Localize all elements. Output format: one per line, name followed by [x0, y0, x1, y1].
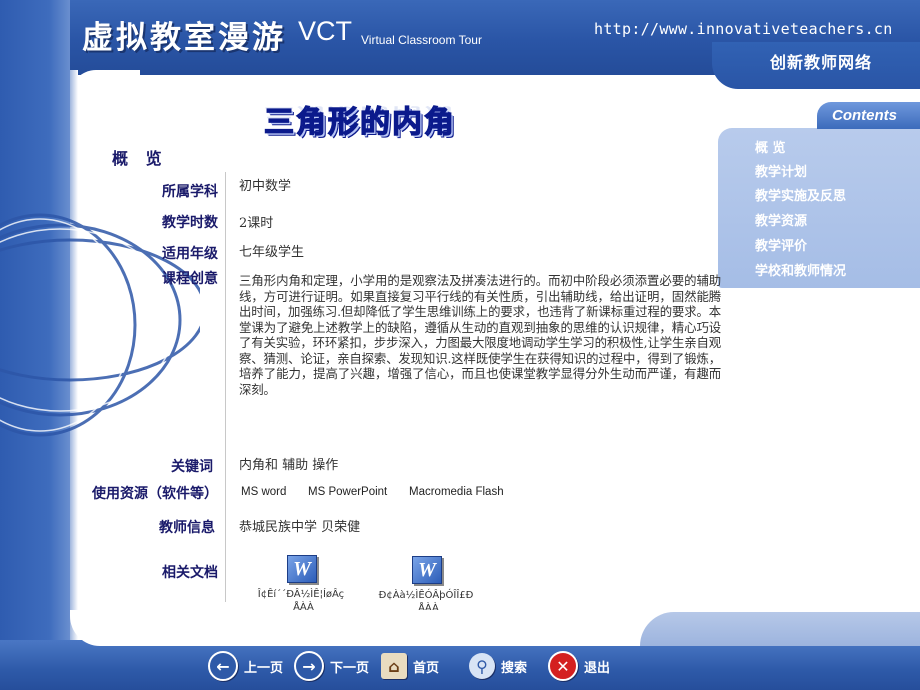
hours-value: 2课时 — [239, 216, 274, 231]
section-heading: 概 览 — [112, 149, 168, 168]
nav-item-resources[interactable]: 教学资源 — [755, 210, 807, 229]
search-button[interactable]: ⚲ 搜索 — [469, 651, 527, 681]
search-label: 搜索 — [501, 660, 528, 676]
home-label: 首页 — [413, 660, 440, 676]
exit-label: 退出 — [584, 660, 611, 676]
exit-button[interactable]: ✕ 退出 — [548, 651, 610, 681]
nav-item-teaching-plan[interactable]: 教学计划 — [755, 161, 807, 180]
header-network-name: 创新教师网络 — [770, 53, 873, 72]
header-title-cn: 虚拟教室漫游 — [82, 20, 286, 56]
prev-page-label: 上一页 — [244, 660, 284, 676]
grade-value: 七年级学生 — [239, 245, 305, 260]
page-title: 三角形的内角 — [263, 104, 456, 140]
nav-item-evaluation[interactable]: 教学评价 — [755, 235, 807, 254]
teacher-label: 教师信息 — [159, 520, 215, 536]
keywords-label: 关键词 — [171, 459, 213, 475]
house-icon: ⌂ — [381, 653, 407, 679]
arrow-right-icon: → — [294, 651, 324, 681]
next-page-button[interactable]: → 下一页 — [294, 651, 369, 681]
doc-caption-line: Ð¢Àà½ÌÊÓÂþÓÎÎ£Ð — [378, 590, 474, 601]
bottom-bar — [0, 640, 920, 690]
close-icon: ✕ — [548, 651, 578, 681]
idea-text: 三角形内角和定理，小学用的是观察法及拼凑法进行的。而初中阶段必须添置必要的辅助线… — [239, 273, 721, 397]
magnifier-icon: ⚲ — [469, 653, 495, 679]
resource-item: MS word — [241, 486, 287, 498]
grade-label: 适用年级 — [162, 246, 218, 262]
header-title-vct: VCT — [298, 16, 352, 46]
header-subtitle: Virtual Classroom Tour — [361, 33, 482, 47]
home-button[interactable]: ⌂ 首页 — [381, 651, 439, 681]
doc-caption-line: Î¢Êí´´ÐÂ½ÌÊ¦ÍøÂç — [257, 589, 345, 600]
nav-item-implementation[interactable]: 教学实施及反思 — [755, 185, 846, 204]
bottom-right-arc — [640, 612, 920, 646]
resource-item: MS PowerPoint — [308, 486, 388, 498]
resource-item: Macromedia Flash — [409, 486, 504, 498]
nav-item-overview[interactable]: 概 览 — [755, 137, 786, 156]
idea-label: 课程创意 — [162, 271, 218, 287]
keywords-value: 内角和 辅助 操作 — [239, 458, 339, 473]
contents-label: Contents — [832, 107, 897, 124]
word-doc-icon[interactable]: W — [412, 556, 442, 584]
nav-item-school-teacher[interactable]: 学校和教师情况 — [755, 260, 846, 279]
header-curve — [70, 70, 140, 100]
docs-label: 相关文档 — [162, 565, 218, 581]
header-url[interactable]: http://www.innovativeteachers.cn — [594, 20, 893, 38]
hours-label: 教学时数 — [162, 215, 218, 231]
subject-label: 所属学科 — [162, 184, 218, 200]
prev-page-button[interactable]: ← 上一页 — [208, 651, 283, 681]
next-page-label: 下一页 — [330, 660, 370, 676]
word-doc-icon[interactable]: W — [287, 555, 317, 583]
divider — [225, 172, 226, 602]
arrow-left-icon: ← — [208, 651, 238, 681]
subject-value: 初中数学 — [239, 179, 292, 194]
teacher-value: 恭城民族中学 贝荣健 — [239, 520, 361, 535]
resources-label: 使用资源（软件等） — [92, 486, 218, 502]
